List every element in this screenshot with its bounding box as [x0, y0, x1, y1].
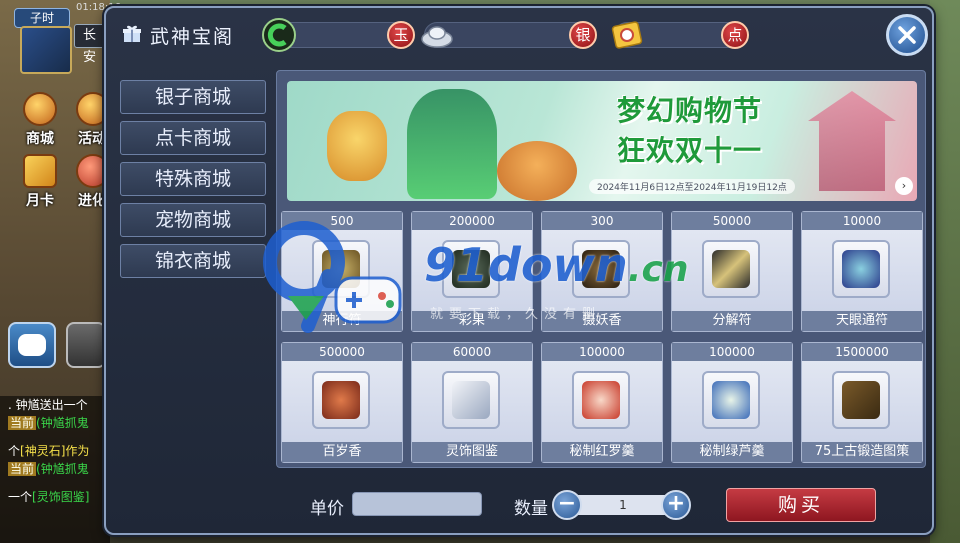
- item-name: 分解符: [672, 311, 792, 331]
- jade-label[interactable]: 玉: [387, 21, 415, 49]
- item-price: 1500000: [802, 343, 922, 361]
- item-icon-frame: [572, 371, 630, 429]
- item-icon-frame: [832, 371, 890, 429]
- right-hud-backdrop: [930, 0, 960, 543]
- watermark-slogan: 就要下载，久没有删: [430, 307, 602, 322]
- sidebar-item-special-mall[interactable]: 特殊商城: [120, 162, 266, 196]
- banner-character-hero: [407, 89, 497, 199]
- point-label[interactable]: 点: [721, 21, 749, 49]
- chat-log: . 钟馗送出一个 当前 (钟馗抓鬼 个[神灵石]作为 当前 (钟馗抓鬼 一个[灵饰图…: [0, 396, 110, 543]
- location-label[interactable]: 长安: [74, 24, 108, 65]
- item-price: 10000: [802, 212, 922, 230]
- gift-icon: [123, 25, 141, 42]
- player-avatar[interactable]: [20, 26, 72, 74]
- quantity-label: 数量: [514, 499, 548, 519]
- scroll-icon: [712, 250, 750, 288]
- red-soup-icon: [582, 381, 620, 419]
- monthly-card-icon: [23, 154, 57, 188]
- shop-item[interactable]: 500000 百岁香: [281, 342, 403, 463]
- eye-talisman-icon: [842, 250, 880, 288]
- forge-scroll-icon: [842, 381, 880, 419]
- shop-title: 武神宝阁: [150, 26, 235, 48]
- item-name: 75上古锻造图策: [802, 442, 922, 462]
- chat-button[interactable]: [8, 322, 56, 368]
- item-price: 60000: [412, 343, 532, 361]
- sidebar-item-outfit-mall[interactable]: 锦衣商城: [120, 244, 266, 278]
- banner-character-left: [327, 111, 387, 181]
- chat-line: 当前 (钟馗抓鬼: [8, 462, 89, 476]
- manual-icon: [452, 381, 490, 419]
- hud-shop-label: 商城: [26, 131, 54, 147]
- sidebar-item-card-mall[interactable]: 点卡商城: [120, 121, 266, 155]
- item-name: 秘制绿芦羹: [672, 442, 792, 462]
- shop-item[interactable]: 100000 秘制红罗羹: [541, 342, 663, 463]
- item-name: 百岁香: [282, 442, 402, 462]
- hud-evolve-label: 进化: [78, 193, 106, 209]
- silver-label[interactable]: 银: [569, 21, 597, 49]
- item-icon-frame: [442, 371, 500, 429]
- watermark-brand: 91down.cn: [424, 238, 689, 292]
- shop-titlebar: 武神宝阁 玉 银 点: [106, 8, 932, 60]
- item-price: 200000: [412, 212, 532, 230]
- point-card-icon: [611, 21, 643, 49]
- banner-date: 2024年11月6日12点至2024年11月19日12点: [589, 179, 795, 194]
- hud-monthly-card-button[interactable]: 月卡: [20, 154, 60, 210]
- item-price: 100000: [672, 343, 792, 361]
- shop-item[interactable]: 10000 天眼通符: [801, 211, 923, 332]
- watermark-logo-icon: [263, 221, 402, 333]
- sidebar-item-silver-mall[interactable]: 银子商城: [120, 80, 266, 114]
- item-icon-frame: [832, 240, 890, 298]
- quantity-decrease-button[interactable]: −: [552, 490, 582, 520]
- unit-price-label: 单价: [310, 499, 344, 519]
- chat-line: . 钟馗送出一个: [8, 398, 88, 412]
- hud-monthly-card-label: 月卡: [26, 193, 54, 209]
- shop-item[interactable]: 50000 分解符: [671, 211, 793, 332]
- jade-balance: 玉: [262, 18, 415, 52]
- point-balance: 点: [611, 21, 749, 49]
- item-icon-frame: [312, 371, 370, 429]
- hud-shop-button[interactable]: 商城: [20, 92, 60, 148]
- item-name: 秘制红罗羹: [542, 442, 662, 462]
- item-price: 500000: [282, 343, 402, 361]
- banner-headline-2: 狂欢双十一: [617, 134, 763, 167]
- item-price: 300: [542, 212, 662, 230]
- item-price: 50000: [672, 212, 792, 230]
- buy-button[interactable]: 购买: [726, 488, 876, 522]
- chat-line: 一个[灵饰图鉴]: [8, 490, 90, 504]
- shop-item[interactable]: 60000 灵饰图鉴: [411, 342, 533, 463]
- chat-line: 个[神灵石]作为: [8, 444, 90, 458]
- shop-item[interactable]: 1500000 75上古锻造图策: [801, 342, 923, 463]
- silver-ingot-icon: [421, 26, 453, 48]
- banner-headline-1: 梦幻购物节: [617, 94, 763, 127]
- close-button[interactable]: [886, 14, 928, 56]
- banner-character-dog: [497, 141, 577, 201]
- close-icon: [898, 26, 916, 44]
- green-soup-icon: [712, 381, 750, 419]
- item-icon-frame: [702, 371, 760, 429]
- silver-balance: 银: [421, 21, 597, 49]
- treasure-box-icon: [322, 381, 360, 419]
- item-price: 100000: [542, 343, 662, 361]
- banner-pagoda: [808, 91, 896, 191]
- shop-icon: [23, 92, 57, 126]
- jade-currency-icon: [262, 18, 296, 52]
- game-time-badge: 子时: [14, 8, 70, 28]
- item-name: 灵饰图鉴: [412, 442, 532, 462]
- quantity-increase-button[interactable]: +: [661, 490, 691, 520]
- shop-item[interactable]: 100000 秘制绿芦羹: [671, 342, 793, 463]
- voice-button[interactable]: [66, 322, 106, 368]
- event-banner[interactable]: 梦幻购物节 狂欢双十一 2024年11月6日12点至2024年11月19日12点…: [287, 81, 917, 201]
- sidebar-item-pet-mall[interactable]: 宠物商城: [120, 203, 266, 237]
- chat-bubble-icon: [18, 334, 46, 356]
- item-name: 天眼通符: [802, 311, 922, 331]
- item-icon-frame: [702, 240, 760, 298]
- banner-arrow-icon[interactable]: ›: [895, 177, 913, 195]
- hud-activity-label: 活动: [78, 131, 106, 147]
- chat-line: 当前 (钟馗抓鬼: [8, 416, 89, 430]
- unit-price-field: [352, 492, 482, 516]
